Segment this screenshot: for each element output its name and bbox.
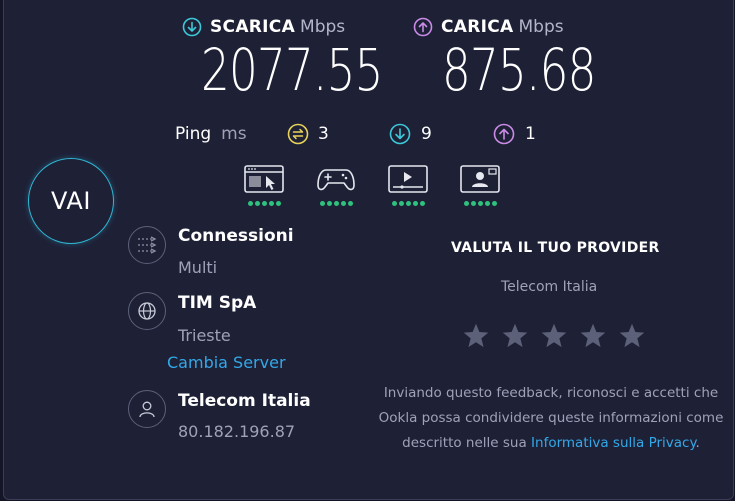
swap-circle-icon — [287, 123, 309, 145]
activity-browsing — [244, 165, 284, 206]
upload-header: CARICA Mbps — [413, 17, 564, 37]
rating-dot — [464, 201, 469, 206]
star-icon[interactable] — [501, 322, 529, 350]
rating-dots — [464, 201, 500, 206]
rating-dot — [485, 201, 490, 206]
rating-dots — [248, 201, 284, 206]
arrow-down-circle-icon — [182, 17, 202, 37]
change-server-link[interactable]: Cambia Server — [167, 353, 286, 372]
rating-dot — [327, 201, 332, 206]
download-value: 2077.55 — [201, 36, 383, 104]
rate-provider-title: VALUTA IL TUO PROVIDER — [451, 240, 660, 256]
web-browsing-icon — [244, 165, 284, 193]
arrow-up-circle-icon — [493, 123, 515, 145]
rating-dot — [255, 201, 260, 206]
connections-icon-circle — [128, 226, 166, 264]
gaming-controller-icon — [317, 169, 355, 191]
rating-dot — [392, 201, 397, 206]
server-title: TIM SpA — [178, 293, 257, 313]
isp-ip: 80.182.196.87 — [178, 422, 296, 441]
connections-icon — [138, 236, 157, 254]
ping-label-group: Ping ms — [175, 124, 247, 144]
ping-unit: ms — [221, 124, 247, 144]
rating-dot — [248, 201, 253, 206]
privacy-policy-link[interactable]: Informativa sulla Privacy — [531, 435, 696, 451]
upload-label: CARICA — [441, 17, 514, 37]
disclaimer-suffix: . — [695, 435, 700, 451]
star-icon[interactable] — [579, 322, 607, 350]
rating-dot — [269, 201, 274, 206]
activity-gaming — [316, 165, 356, 206]
server-location: Trieste — [178, 326, 231, 345]
globe-icon — [138, 302, 156, 320]
rating-dots — [320, 201, 356, 206]
user-icon — [139, 401, 155, 418]
download-header: SCARICA Mbps — [182, 17, 345, 37]
rating-dot — [420, 201, 425, 206]
rating-dot — [348, 201, 353, 206]
rating-dot — [262, 201, 267, 206]
star-icon[interactable] — [462, 322, 490, 350]
upload-value: 875.68 — [442, 36, 596, 104]
star-rating — [462, 322, 646, 350]
isp-icon-circle — [128, 390, 166, 428]
feedback-disclaimer: Inviando questo feedback, riconosci e ac… — [371, 381, 731, 456]
results-panel: SCARICA Mbps 2077.55 CARICA Mbps 875.68 … — [3, 0, 734, 500]
star-icon[interactable] — [618, 322, 646, 350]
rating-dot — [334, 201, 339, 206]
upload-unit: Mbps — [518, 17, 564, 37]
download-unit: Mbps — [300, 17, 346, 37]
connections-title: Connessioni — [178, 226, 294, 246]
video-call-icon — [460, 165, 500, 193]
video-streaming-icon — [388, 165, 428, 193]
server-icon-circle — [128, 292, 166, 330]
connections-value: Multi — [178, 258, 218, 277]
rating-dot — [471, 201, 476, 206]
rate-provider-name: Telecom Italia — [501, 279, 598, 295]
isp-title: Telecom Italia — [178, 391, 311, 411]
go-button[interactable]: VAI — [28, 158, 114, 244]
ping-idle-value: 3 — [318, 124, 329, 144]
star-icon[interactable] — [540, 322, 568, 350]
arrow-up-circle-icon — [413, 17, 433, 37]
rating-dots — [392, 201, 428, 206]
ping-upload-value: 1 — [525, 124, 536, 144]
activity-video-call — [460, 165, 500, 206]
rating-dot — [478, 201, 483, 206]
ping-label: Ping — [175, 124, 212, 144]
rating-dot — [320, 201, 325, 206]
rating-dot — [276, 201, 281, 206]
download-label: SCARICA — [210, 17, 296, 37]
rating-dot — [492, 201, 497, 206]
rating-dot — [406, 201, 411, 206]
rating-dot — [341, 201, 346, 206]
rating-dot — [399, 201, 404, 206]
ping-download-value: 9 — [421, 124, 432, 144]
arrow-down-circle-icon — [389, 123, 411, 145]
activity-streaming — [388, 165, 428, 206]
rating-dot — [413, 201, 418, 206]
